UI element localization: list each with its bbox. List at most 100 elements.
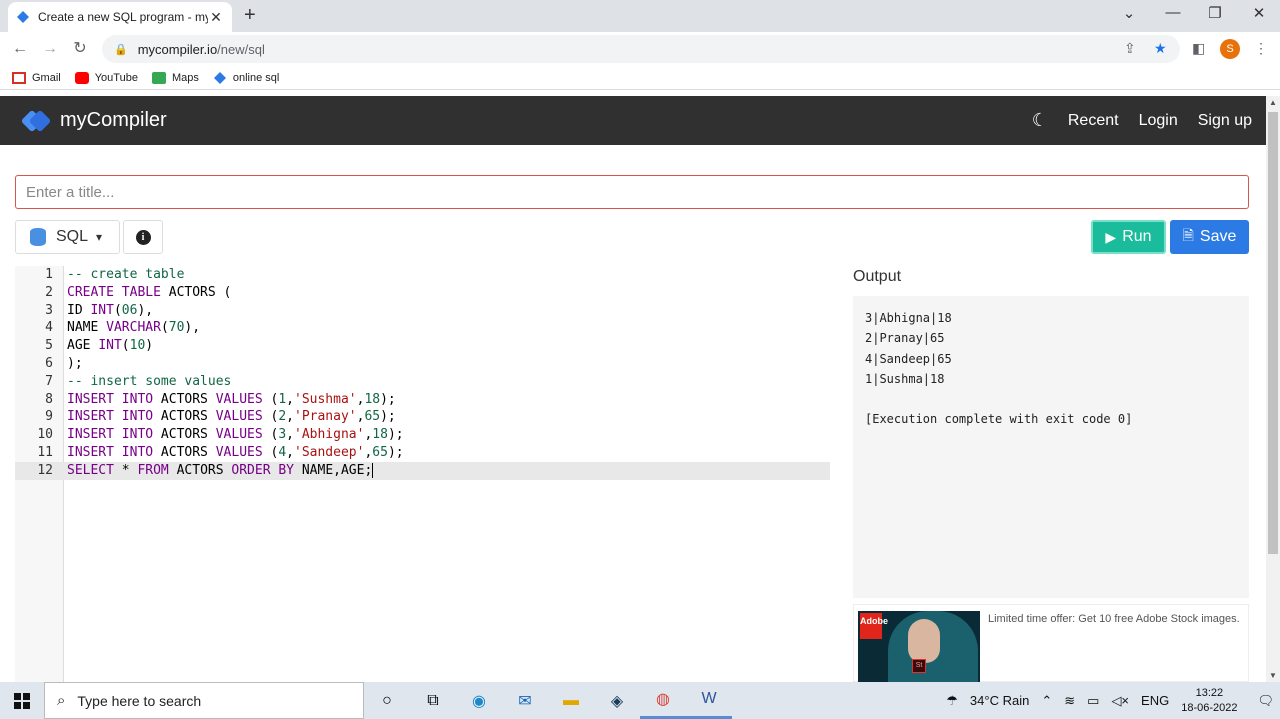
code-token: 18 — [372, 427, 388, 443]
profile-avatar[interactable]: S — [1220, 39, 1240, 59]
tab-close-icon[interactable]: ✕ — [208, 9, 224, 26]
nav-recent-link[interactable]: Recent — [1068, 112, 1119, 130]
side-panel-icon[interactable]: ◧ — [1192, 40, 1205, 57]
task-view-icon[interactable]: ⧉ — [410, 682, 456, 719]
scroll-up-icon[interactable]: ▲ — [1269, 98, 1277, 107]
language-select-button[interactable]: SQL ▾ — [15, 220, 120, 254]
chrome-icon[interactable]: ◍ — [640, 682, 686, 719]
code-line[interactable]: 7 -- insert some values — [15, 373, 830, 391]
dark-mode-moon-icon[interactable]: ☾ — [1032, 110, 1048, 131]
code-text[interactable]: INSERT INTO ACTORS VALUES (2,'Pranay',65… — [67, 408, 396, 426]
new-tab-button[interactable]: + — [244, 4, 256, 27]
taskbar-search-box[interactable]: ⌕ Type here to search — [44, 682, 364, 719]
mail-icon[interactable]: ✉ — [502, 682, 548, 719]
ad-text[interactable]: Limited time offer: Get 10 free Adobe St… — [988, 613, 1248, 625]
bookmark-maps[interactable]: Maps — [151, 71, 199, 84]
forward-arrow-icon[interactable]: → — [39, 38, 61, 60]
code-token: ( — [262, 444, 279, 460]
output-line: 1|Sushma|18 — [865, 371, 945, 386]
code-token: 1 — [278, 391, 287, 407]
code-line[interactable]: 9 INSERT INTO ACTORS VALUES (2,'Pranay',6… — [15, 408, 830, 426]
reload-icon[interactable]: ↻ — [69, 38, 91, 60]
bookmark-label: Maps — [171, 71, 199, 84]
network-icon[interactable]: ≋ — [1064, 693, 1075, 709]
brand-name[interactable]: myCompiler — [60, 109, 167, 132]
code-text[interactable]: INSERT INTO ACTORS VALUES (4,'Sandeep',6… — [67, 444, 404, 462]
code-token: VALUES — [215, 409, 263, 425]
code-text[interactable]: NAME VARCHAR(70), — [67, 319, 200, 337]
code-line[interactable]: 5 AGE INT(10) — [15, 337, 830, 355]
adobe-logo: Adobe — [860, 613, 888, 639]
browser-tab[interactable]: Create a new SQL program - myC ✕ — [8, 2, 232, 32]
windows-taskbar: ⌕ Type here to search ○ ⧉ ◉ ✉ ▬ ◈ ◍ W ☂ … — [0, 682, 1280, 719]
clock[interactable]: 13:22 18-06-2022 — [1181, 686, 1237, 716]
weather-text[interactable]: 34°C Rain — [970, 693, 1029, 708]
cortana-icon[interactable]: ○ — [364, 682, 410, 719]
code-line[interactable]: 1 -- create table — [15, 266, 830, 284]
volume-icon[interactable]: ◁× — [1111, 693, 1129, 709]
code-line[interactable]: 2 CREATE TABLE ACTORS ( — [15, 284, 830, 302]
code-line[interactable]: 3 ID INT(06), — [15, 302, 830, 320]
scrollbar-thumb[interactable] — [1268, 112, 1278, 554]
code-text[interactable]: AGE INT(10) — [67, 337, 153, 355]
code-token: 'Sandeep' — [294, 444, 365, 460]
code-token: -- insert some values — [67, 373, 232, 389]
bookmark-star-icon[interactable]: ★ — [1154, 40, 1167, 57]
code-lines[interactable]: 1 -- create table 2 CREATE TABLE ACTORS (3 I… — [15, 266, 830, 480]
code-text[interactable]: CREATE TABLE ACTORS ( — [67, 284, 231, 302]
advertisement[interactable]: Adobe St Limited time offer: Get 10 free… — [853, 604, 1249, 683]
notifications-icon[interactable]: 🗨 — [1257, 693, 1274, 709]
program-title-input[interactable] — [15, 175, 1249, 209]
mycompiler-logo-icon[interactable] — [20, 107, 52, 135]
share-icon[interactable]: ⇪ — [1124, 40, 1136, 57]
line-number: 8 — [45, 391, 53, 407]
nav-login-link[interactable]: Login — [1139, 112, 1178, 130]
code-text[interactable]: INSERT INTO ACTORS VALUES (1,'Sushma',18… — [67, 391, 396, 409]
sql-server-icon[interactable]: ◈ — [594, 682, 640, 719]
battery-icon[interactable]: ▭ — [1087, 693, 1099, 709]
code-line[interactable]: 11 INSERT INTO ACTORS VALUES (4,'Sandeep'… — [15, 444, 830, 462]
code-text[interactable]: SELECT * FROM ACTORS ORDER BY NAME,AGE; — [67, 462, 374, 480]
restore-button[interactable]: ❐ — [1200, 4, 1230, 22]
language-indicator[interactable]: ENG — [1141, 693, 1169, 708]
line-number: 12 — [37, 462, 53, 478]
code-text[interactable]: ); — [67, 355, 83, 373]
code-line[interactable]: 4 NAME VARCHAR(70), — [15, 319, 830, 337]
ad-image[interactable]: Adobe St — [858, 611, 980, 683]
code-text[interactable]: -- create table — [67, 266, 184, 284]
code-text[interactable]: ID INT(06), — [67, 302, 153, 320]
menu-dots-icon[interactable]: ⋮ — [1254, 40, 1268, 57]
run-button[interactable]: ▶ Run — [1091, 220, 1166, 254]
code-line[interactable]: 6); — [15, 355, 830, 373]
code-line[interactable]: 8 INSERT INTO ACTORS VALUES (1,'Sushma',1… — [15, 391, 830, 409]
back-arrow-icon[interactable]: ← — [9, 38, 31, 60]
minimize-button[interactable]: — — [1158, 4, 1188, 21]
youtube-icon — [74, 71, 89, 84]
start-button[interactable] — [0, 682, 44, 719]
edge-icon[interactable]: ◉ — [456, 682, 502, 719]
nav-signup-link[interactable]: Sign up — [1198, 112, 1252, 130]
code-line[interactable]: 10 INSERT INTO ACTORS VALUES (3,'Abhigna'… — [15, 426, 830, 444]
code-token: ACTORS — [153, 391, 216, 407]
word-icon[interactable]: W — [686, 682, 732, 719]
address-bar[interactable]: 🔒 mycompiler.io/new/sql — [102, 35, 1180, 63]
save-button[interactable]: 🗎 Save — [1170, 220, 1249, 254]
scroll-down-icon[interactable]: ▼ — [1269, 671, 1277, 680]
info-button[interactable]: i — [123, 220, 163, 254]
close-window-button[interactable]: ✕ — [1244, 4, 1274, 22]
bookmark-online-sql[interactable]: online sql — [213, 71, 279, 84]
bookmark-youtube[interactable]: YouTube — [74, 71, 138, 84]
bookmark-gmail[interactable]: Gmail — [12, 71, 61, 84]
code-token: VALUES — [215, 391, 263, 407]
code-text[interactable]: -- insert some values — [67, 373, 231, 391]
code-editor[interactable]: 1 -- create table 2 CREATE TABLE ACTORS (3 I… — [15, 266, 830, 682]
tab-search-chevron-icon[interactable]: ⌄ — [1114, 4, 1144, 22]
tray-chevron-up-icon[interactable]: ⌃ — [1041, 693, 1052, 709]
code-token: ( — [160, 320, 169, 336]
weather-icon[interactable]: ☂ — [946, 693, 958, 709]
code-text[interactable]: INSERT INTO ACTORS VALUES (3,'Abhigna',1… — [67, 426, 404, 444]
file-explorer-icon[interactable]: ▬ — [548, 682, 594, 719]
code-line[interactable]: 12 SELECT * FROM ACTORS ORDER BY NAME,AGE… — [15, 461, 830, 480]
page-scrollbar[interactable]: ▲ ▼ — [1266, 96, 1280, 682]
code-token: -- create table — [67, 267, 185, 282]
